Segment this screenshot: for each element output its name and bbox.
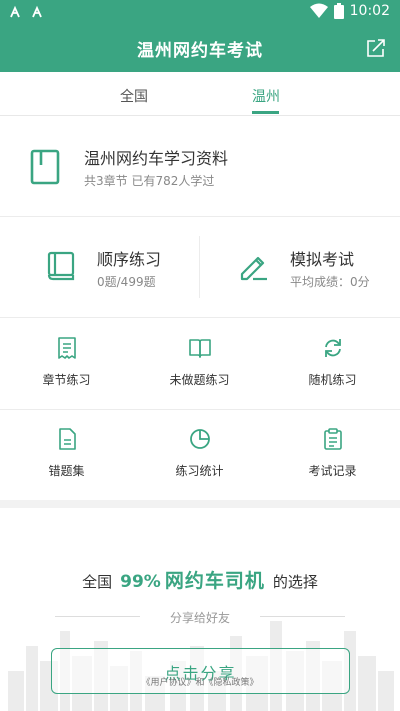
tab-wenzhou[interactable]: 温州 [252,86,280,106]
promo-percent: 99% [120,572,161,592]
wrong-questions-button[interactable]: 错题集 [0,410,133,500]
grid-label: 未做题练习 [169,373,230,387]
exam-records-button[interactable]: 考试记录 [266,410,399,500]
pencil-icon [238,250,270,282]
receipt-icon [55,336,79,360]
mock-exam-title: 模拟考试 [290,250,355,269]
app-bar: 温州网约车考试 [0,24,400,72]
promo-section: 全国 99% 网约车司机 的选择 分享给好友 点击分享 《用户协议》和《隐私政策》 [0,508,400,711]
battery-icon [333,3,344,19]
pie-chart-icon [188,427,212,451]
status-time: 10:02 [349,3,390,19]
sequential-practice-progress: 0题/499题 [97,275,156,289]
share-button[interactable] [364,36,388,60]
study-material-card[interactable]: 温州网约车学习资料 共3章节 已有782人学过 [0,117,400,217]
share-caption: 分享给好友 [169,611,230,625]
practice-row: 顺序练习 0题/499题 模拟考试 平均成绩：0分 [0,218,400,318]
material-title: 温州网约车学习资料 [84,149,229,168]
grid-label: 随机练习 [308,373,357,387]
notebook-icon [46,250,78,282]
share-icon [367,39,385,57]
unanswered-practice-button[interactable]: 未做题练习 [133,319,266,409]
feature-grid-row: 错题集 练习统计 考试记录 [0,410,400,500]
chapter-practice-button[interactable]: 章节练习 [0,319,133,409]
policy-links[interactable]: 《用户协议》和《隐私政策》 [0,675,400,688]
grid-label: 考试记录 [308,464,357,478]
random-practice-button[interactable]: 随机练习 [266,319,399,409]
status-bar: 10:02 [0,0,400,24]
mock-exam-average: 平均成绩：0分 [290,275,370,289]
region-tabs: 全国 温州 [0,72,400,116]
document-icon [55,427,79,451]
mock-exam-button[interactable]: 模拟考试 平均成绩：0分 [200,218,400,318]
material-subtitle: 共3章节 已有782人学过 [84,174,215,188]
grid-label: 章节练习 [42,373,91,387]
promo-brand: 网约车司机 [164,570,265,592]
grid-label: 练习统计 [175,464,224,478]
practice-stats-button[interactable]: 练习统计 [133,410,266,500]
grid-label: 错题集 [48,464,85,478]
promo-suffix: 的选择 [272,573,318,591]
promo-prefix: 全国 [82,573,113,591]
book-icon [30,149,60,185]
refresh-icon [321,336,345,360]
page-title: 温州网约车考试 [137,41,263,61]
section-gap [0,500,400,508]
open-book-icon [188,336,212,360]
sequential-practice-title: 顺序练习 [97,250,162,269]
tab-national[interactable]: 全国 [120,86,148,106]
wifi-icon [309,3,328,19]
feature-grid-row: 章节练习 未做题练习 随机练习 [0,319,400,410]
tab-indicator [252,111,279,114]
promo-headline: 全国 99% 网约车司机 的选择 [0,566,400,593]
notification-icon [10,5,24,19]
notification-icon [32,5,46,19]
clipboard-icon [321,427,345,451]
sequential-practice-button[interactable]: 顺序练习 0题/499题 [0,218,200,318]
